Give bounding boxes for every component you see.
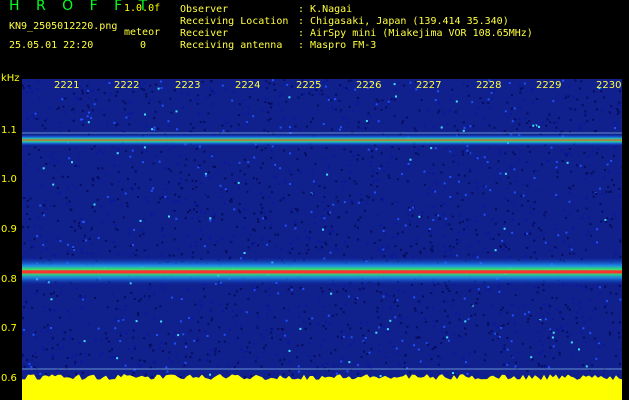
info-value: AirSpy mini (Miakejima VOR 108.65MHz) [310, 28, 533, 39]
version-label: 1.0.0f [124, 3, 161, 14]
info-row-observer: Observer: K.Nagai [180, 4, 353, 15]
x-tick: 2225 [296, 80, 322, 91]
info-label: Receiving antenna [180, 40, 283, 51]
x-tick: 2224 [235, 80, 261, 91]
noise-background [22, 79, 622, 400]
unit-label: kHz [1, 73, 20, 84]
info-row-location: Receiving Location: Chigasaki, Japan (13… [180, 16, 509, 27]
filename-label: KN9_2505012220.png [9, 21, 118, 32]
x-tick: 2228 [476, 80, 502, 91]
x-tick: 2221 [54, 80, 80, 91]
y-tick: 0.6 [1, 373, 17, 384]
info-value: Chigasaki, Japan (139.414 35.340) [310, 16, 509, 27]
x-tick: 2223 [175, 80, 201, 91]
info-row-receiver: Receiver: AirSpy mini (Miakejima VOR 108… [180, 28, 533, 39]
x-tick: 2226 [356, 80, 382, 91]
spectrogram [22, 79, 622, 400]
y-tick: 0.9 [1, 224, 17, 235]
meteor-label: meteor [124, 27, 161, 38]
info-value: Maspro FM-3 [310, 40, 377, 51]
y-tick: 1.1 [1, 125, 17, 136]
info-label: Receiver [180, 28, 229, 39]
info-label: Receiving Location [180, 16, 289, 27]
info-row-antenna: Receiving antenna: Maspro FM-3 [180, 40, 377, 51]
info-value: K.Nagai [310, 4, 353, 15]
datetime-label: 25.05.01 22:20 [9, 40, 94, 51]
y-tick: 0.8 [1, 274, 17, 285]
x-tick: 2230 [596, 80, 622, 91]
x-tick: 2227 [416, 80, 442, 91]
y-tick: 0.7 [1, 323, 17, 334]
x-tick: 2229 [536, 80, 562, 91]
y-tick: 1.0 [1, 174, 17, 185]
meteor-count: 0 [140, 40, 147, 51]
x-tick: 2222 [114, 80, 140, 91]
info-label: Observer [180, 4, 229, 15]
